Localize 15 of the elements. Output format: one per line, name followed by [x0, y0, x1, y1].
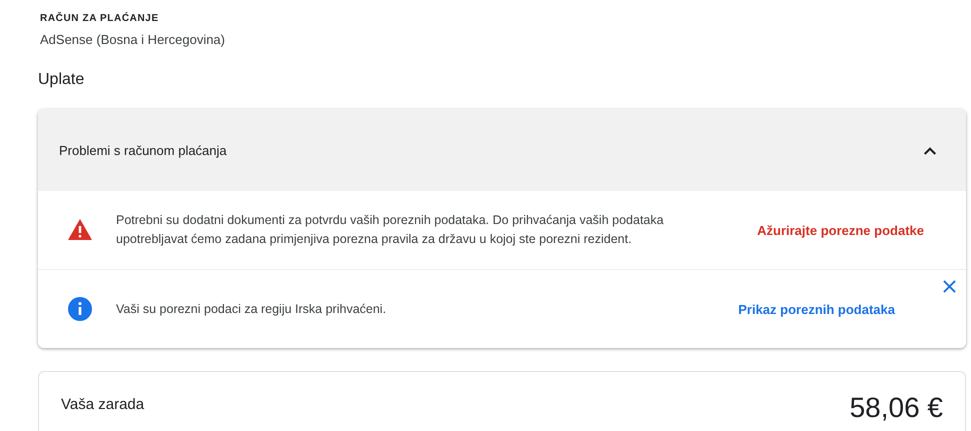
chevron-up-icon[interactable]	[923, 146, 937, 154]
account-label: RAČUN ZA PLAĆANJE	[40, 13, 160, 24]
action-link[interactable]: Prikaz poreznih podataka	[738, 302, 895, 316]
earnings-label: Vaša zarada	[61, 396, 144, 413]
alert-message: Vaši su porezni podaci za regiju Irska prihvaćeni.	[116, 300, 388, 318]
alert-message: Potrebni su dodatni dokumenti za potvrdu vaših poreznih podataka. Do prihvaćanja vaših podataka upotrebljavat ćemo zadana primjenjiva porezna pravila za državu u kojoj ste porezni rezident.	[116, 212, 665, 248]
action-link[interactable]: Ažurirajte porezne podatke	[757, 222, 924, 238]
account-name: AdSense (Bosna i Hercegovina)	[40, 32, 226, 47]
warning-icon	[67, 217, 93, 243]
section-title: Uplate	[38, 71, 86, 89]
close-icon[interactable]	[943, 280, 956, 293]
panel-header[interactable]: Problemi s računom plaćanja	[38, 109, 966, 191]
info-icon	[67, 296, 93, 322]
panel-title: Problemi s računom plaćanja	[59, 142, 227, 158]
earnings-amount: 58,06 €	[850, 392, 943, 424]
